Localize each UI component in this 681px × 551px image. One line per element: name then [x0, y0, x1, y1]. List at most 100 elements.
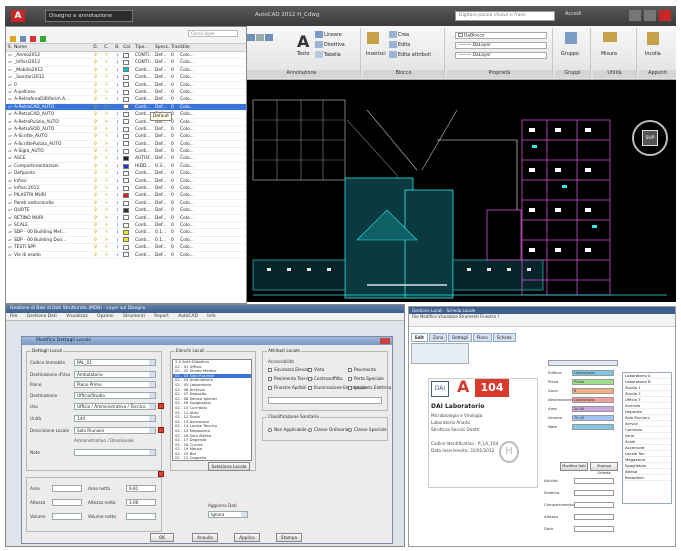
create-block-button[interactable]: Crea: [389, 31, 409, 38]
layer-plot-style[interactable]: Colo...: [180, 89, 197, 95]
field-input[interactable]: Sala Riunioni: [74, 427, 156, 434]
layer-status-icon[interactable]: ▱: [6, 119, 14, 125]
layer-plot-style[interactable]: Colo...: [180, 229, 197, 235]
layer-row[interactable]: ▱A-RetroCAD_AUTO♀☼⚷Conti...Def...0Colo..…: [6, 111, 246, 119]
layer-linetype[interactable]: Conti...: [135, 104, 155, 110]
measure-button[interactable]: Misura: [601, 52, 617, 57]
lightbulb-icon[interactable]: ♀: [90, 111, 101, 117]
field-input[interactable]: PAL_01: [74, 359, 156, 366]
net-dimension-input[interactable]: 9.81: [126, 485, 156, 492]
layer-color-swatch[interactable]: [123, 222, 135, 228]
layer-row[interactable]: ▱A-RetroCAD_AUTO♀☼⚷Conti...Def...0Colo..…: [6, 103, 246, 112]
sanitary-radio[interactable]: Classe Ordinaria: [308, 427, 348, 432]
room-data-field[interactable]: Laboratorio: [572, 397, 614, 403]
layer-row[interactable]: ▱ SCALE ♀ ☼ ⚷ Conti... Def... 0 Colo...: [6, 222, 246, 230]
table-button[interactable]: Tabella: [315, 51, 341, 58]
lightbulb-icon[interactable]: ♀: [90, 252, 101, 258]
layer-transparency[interactable]: 0: [171, 222, 180, 228]
measure-icon[interactable]: [603, 32, 618, 42]
layer-status-icon[interactable]: ▱: [6, 200, 14, 206]
layer-color-swatch[interactable]: [123, 207, 135, 213]
layer-transparency[interactable]: 0: [171, 148, 180, 154]
attribute-notes-input[interactable]: [268, 397, 382, 404]
viewcube-face[interactable]: SUP: [642, 130, 658, 146]
attribute-checkbox[interactable]: Porta Speciale: [348, 376, 384, 381]
layer-linetype[interactable]: Conti...: [135, 229, 155, 235]
col-freeze[interactable]: C.: [101, 44, 112, 51]
room-bottom-input[interactable]: [574, 514, 614, 520]
ribbon-group-label[interactable]: Utilità: [593, 70, 636, 78]
lock-icon[interactable]: ⚷: [112, 170, 123, 176]
close-button[interactable]: [659, 10, 671, 21]
layer-name[interactable]: TESTI SPP: [14, 244, 90, 250]
lock-icon[interactable]: ⚷: [112, 200, 123, 206]
sun-icon[interactable]: ☼: [101, 141, 112, 147]
update-data-select[interactable]: Ignora: [208, 511, 248, 518]
dimension-input[interactable]: [52, 485, 82, 492]
col-on[interactable]: O.: [90, 44, 101, 51]
col-color[interactable]: Col.: [123, 44, 135, 51]
layer-linetype[interactable]: Conti...: [135, 67, 155, 73]
tab-floor[interactable]: Piano: [472, 333, 492, 342]
attribute-checkbox[interactable]: Pavimento Tecnico: [268, 376, 313, 381]
layer-transparency[interactable]: 0: [171, 67, 180, 73]
menu-report[interactable]: Report: [154, 314, 169, 319]
layer-status-icon[interactable]: ▱: [6, 163, 14, 169]
room-data-field[interactable]: B: [572, 388, 614, 394]
col-transparency[interactable]: Tras.: [171, 44, 181, 51]
layer-plot-style[interactable]: Colo...: [180, 163, 197, 169]
set-current-icon[interactable]: [40, 36, 46, 42]
layer-lineweight[interactable]: Def...: [155, 74, 171, 80]
layer-name[interactable]: A-RetroSOD_AUTO: [14, 126, 90, 132]
layer-linetype[interactable]: HIDD...: [135, 163, 155, 169]
layer-plot-style[interactable]: Colo...: [180, 59, 197, 65]
room-data-field[interactable]: Primo: [572, 379, 614, 385]
lightbulb-icon[interactable]: ♀: [90, 155, 101, 161]
layer-plot-style[interactable]: Colo...: [180, 96, 197, 102]
checkbox-icon[interactable]: [348, 377, 352, 381]
layer-transparency[interactable]: 0: [171, 170, 180, 176]
layer-color-swatch[interactable]: [123, 244, 135, 250]
layer-transparency[interactable]: 0: [171, 111, 180, 117]
layer-linetype[interactable]: Conti...: [135, 74, 155, 80]
field-input[interactable]: Ufficio / Amministrativo / Tecnico: [74, 403, 156, 410]
layer-name[interactable]: Vie di esodo: [14, 252, 90, 258]
layer-linetype[interactable]: Conti...: [135, 178, 155, 184]
checkbox-icon[interactable]: [348, 386, 352, 390]
layer-name[interactable]: Infissi: [14, 178, 90, 184]
layer-status-icon[interactable]: ▱: [6, 96, 14, 102]
text-tool-icon[interactable]: A: [297, 32, 309, 51]
ribbon-group-label[interactable]: Blocco: [363, 70, 444, 78]
lightbulb-icon[interactable]: ♀: [90, 104, 101, 110]
layer-lineweight[interactable]: 0.3...: [155, 163, 171, 169]
layer-color-swatch[interactable]: [123, 200, 135, 206]
layer-color-swatch[interactable]: [123, 89, 135, 95]
layer-color-swatch[interactable]: [123, 111, 135, 117]
layer-row[interactable]: ▱ A-RetroSOD_AUTO ♀ ☼ ⚷ Conti... Def... 0 Colo..…: [6, 126, 246, 134]
layer-name[interactable]: _Infissi2012: [14, 59, 90, 65]
layer-lineweight[interactable]: 0.1...: [155, 237, 171, 243]
layer-status-icon[interactable]: ▱: [6, 126, 14, 132]
layer-row[interactable]: ▱ Pareti antincendio ♀ ☼ ⚷ Conti... Def... 0 Col…: [6, 200, 246, 208]
dimension-input[interactable]: [52, 499, 82, 506]
layer-transparency[interactable]: 0: [171, 178, 180, 184]
lock-icon[interactable]: ⚷: [112, 52, 123, 58]
sun-icon[interactable]: ☼: [101, 126, 112, 132]
minimize-button[interactable]: [629, 10, 641, 21]
sun-icon[interactable]: ☼: [101, 237, 112, 243]
sun-icon[interactable]: ☼: [101, 111, 112, 117]
layer-lineweight[interactable]: Def...: [155, 89, 171, 95]
sun-icon[interactable]: ☼: [101, 59, 112, 65]
attribute-checkbox[interactable]: Controsoffitto: [308, 376, 343, 381]
layer-plot-style[interactable]: Colo...: [180, 192, 197, 198]
layer-status-icon[interactable]: ▱: [6, 74, 14, 80]
layer-lineweight[interactable]: Def...: [155, 200, 171, 206]
layer-color-swatch[interactable]: [123, 104, 135, 110]
sun-icon[interactable]: ☼: [101, 185, 112, 191]
checkbox-icon[interactable]: [308, 386, 312, 390]
layer-plot-style[interactable]: Colo...: [180, 244, 197, 250]
layer-name[interactable]: SDP - 00 Building Doo...: [14, 237, 90, 243]
layer-linetype[interactable]: Conti...: [135, 185, 155, 191]
layer-lineweight[interactable]: Def...: [155, 96, 171, 102]
layer-transparency[interactable]: 0: [171, 141, 180, 147]
